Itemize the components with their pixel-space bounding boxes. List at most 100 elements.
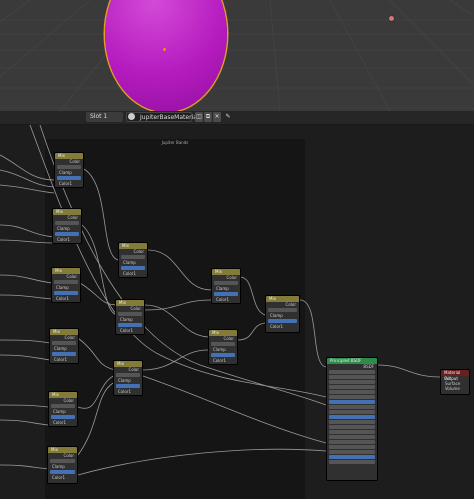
node-output-label: Color	[133, 249, 144, 254]
blend-mode-dropdown[interactable]	[211, 342, 235, 346]
fac-slider[interactable]	[57, 176, 81, 180]
clamp-checkbox[interactable]: Clamp	[52, 285, 80, 290]
specular-tint-field[interactable]	[329, 410, 375, 414]
mix-rgb-node[interactable]: Mix Color Clamp Color1	[54, 152, 84, 188]
fac-slider[interactable]	[214, 292, 238, 296]
mix-rgb-node[interactable]: Mix Color Clamp Color1	[47, 446, 78, 484]
fac-slider[interactable]	[52, 352, 76, 356]
clamp-checkbox[interactable]: Clamp	[49, 409, 77, 414]
color1-socket-label: Color1	[59, 181, 72, 186]
blend-mode-dropdown[interactable]	[54, 280, 78, 284]
object-origin	[163, 48, 166, 51]
blend-mode-dropdown[interactable]	[51, 404, 75, 408]
subsurface-field[interactable]	[329, 385, 375, 389]
color1-socket-label: Color1	[123, 271, 136, 276]
fac-slider[interactable]	[268, 319, 297, 323]
blend-mode-dropdown[interactable]	[55, 221, 79, 225]
clamp-checkbox[interactable]: Clamp	[266, 313, 299, 318]
roughness-field[interactable]	[329, 415, 375, 419]
mix-rgb-node[interactable]: Mix Color Clamp Color1	[51, 267, 81, 303]
anisotropic-rotation-field[interactable]	[329, 425, 375, 429]
color1-socket-label: Color1	[52, 475, 65, 480]
clamp-checkbox[interactable]: Clamp	[53, 226, 81, 231]
clamp-checkbox[interactable]: Clamp	[119, 260, 147, 265]
shield-icon[interactable]: ◫	[195, 112, 203, 122]
subsurface-method-dropdown[interactable]	[329, 375, 375, 379]
blend-mode-dropdown[interactable]	[50, 459, 75, 463]
sheen-field[interactable]	[329, 430, 375, 434]
node-output-label: Color	[128, 367, 139, 372]
fac-slider[interactable]	[54, 291, 78, 295]
fac-slider[interactable]	[51, 415, 75, 419]
distribution-dropdown[interactable]	[329, 370, 375, 374]
ior-field[interactable]	[329, 450, 375, 454]
clamp-checkbox[interactable]: Clamp	[209, 347, 237, 352]
base-color-field[interactable]	[329, 380, 375, 384]
fac-slider[interactable]	[118, 323, 142, 327]
principled-bsdf-node[interactable]: Principled BSDF BSDF	[326, 357, 378, 481]
node-output-label: Color	[69, 159, 80, 164]
fac-slider[interactable]	[50, 470, 75, 474]
subsurface-color-field[interactable]	[329, 395, 375, 399]
mix-rgb-node[interactable]: Mix Color Clamp Color1	[113, 360, 143, 396]
sheen-tint-field[interactable]	[329, 435, 375, 439]
blend-mode-dropdown[interactable]	[57, 165, 81, 169]
metallic-field[interactable]	[329, 400, 375, 404]
mix-rgb-node[interactable]: Mix Color Clamp Color1	[52, 208, 82, 244]
anisotropic-field[interactable]	[329, 420, 375, 424]
blend-mode-dropdown[interactable]	[116, 373, 140, 377]
clamp-checkbox[interactable]: Clamp	[48, 464, 77, 469]
clamp-checkbox[interactable]: Clamp	[50, 346, 78, 351]
mix-rgb-node[interactable]: Mix Color Clamp Color1	[48, 391, 78, 427]
color1-socket-label: Color1	[56, 296, 69, 301]
fac-slider[interactable]	[121, 266, 145, 270]
subsurface-radius-field[interactable]	[329, 390, 375, 394]
mix-rgb-node[interactable]: Mix Color Clamp Color1	[208, 329, 238, 365]
blend-mode-dropdown[interactable]	[121, 255, 145, 259]
color1-socket-label: Color1	[53, 420, 66, 425]
specular-field[interactable]	[329, 405, 375, 409]
clearcoat-field[interactable]	[329, 440, 375, 444]
shader-node-editor[interactable]: Jupiter Bands Mix Color Clamp Color1 Mix…	[0, 125, 474, 499]
fac-slider[interactable]	[55, 232, 79, 236]
emission-field[interactable]	[329, 460, 375, 464]
blend-mode-dropdown[interactable]	[214, 281, 238, 285]
node-output-label: Color	[63, 398, 74, 403]
close-icon[interactable]: ✕	[213, 112, 221, 122]
clamp-checkbox[interactable]: Clamp	[55, 170, 83, 175]
node-output-label: Color	[67, 215, 78, 220]
material-output-node[interactable]: Material Output All Surface Volume	[440, 369, 470, 395]
mix-rgb-node[interactable]: Mix Color Clamp Color1	[49, 328, 79, 364]
node-output-label: Color	[130, 306, 141, 311]
blend-mode-dropdown[interactable]	[52, 341, 76, 345]
node-output-label: Color	[64, 335, 75, 340]
mix-rgb-node[interactable]: Mix Color Clamp Color1	[211, 268, 241, 304]
clamp-checkbox[interactable]: Clamp	[114, 378, 142, 383]
clamp-checkbox[interactable]: Clamp	[116, 317, 144, 322]
copy-icon[interactable]: ⧉	[204, 112, 212, 122]
blend-mode-dropdown[interactable]	[118, 312, 142, 316]
node-output-label: Color	[63, 453, 74, 458]
viewport-grid	[0, 0, 474, 111]
blend-mode-dropdown[interactable]	[268, 308, 297, 312]
fac-slider[interactable]	[211, 353, 235, 357]
bsdf-output-label: BSDF	[363, 364, 374, 369]
color1-socket-label: Color1	[216, 297, 229, 302]
mix-rgb-node[interactable]: Mix Color Clamp Color1	[118, 242, 148, 278]
clamp-checkbox[interactable]: Clamp	[212, 286, 240, 291]
3d-viewport[interactable]	[0, 0, 474, 111]
node-output-label: Color	[285, 302, 296, 307]
transmission-field[interactable]	[329, 455, 375, 459]
node-output-label: Color	[226, 275, 237, 280]
mix-rgb-node[interactable]: Mix Color Clamp Color1	[115, 299, 145, 335]
material-preview-icon[interactable]	[128, 113, 135, 120]
material-slot-dropdown[interactable]: Slot 1	[86, 112, 123, 122]
color1-socket-label: Color1	[213, 358, 226, 363]
material-name-field[interactable]: JupiterBaseMaterial	[126, 112, 199, 122]
fac-slider[interactable]	[116, 384, 140, 388]
mix-rgb-node[interactable]: Mix Color Clamp Color1	[265, 295, 300, 333]
light-object[interactable]	[389, 16, 394, 21]
clearcoat-roughness-field[interactable]	[329, 445, 375, 449]
pin-icon[interactable]: ✎	[224, 112, 232, 122]
color1-socket-label: Color1	[54, 357, 67, 362]
